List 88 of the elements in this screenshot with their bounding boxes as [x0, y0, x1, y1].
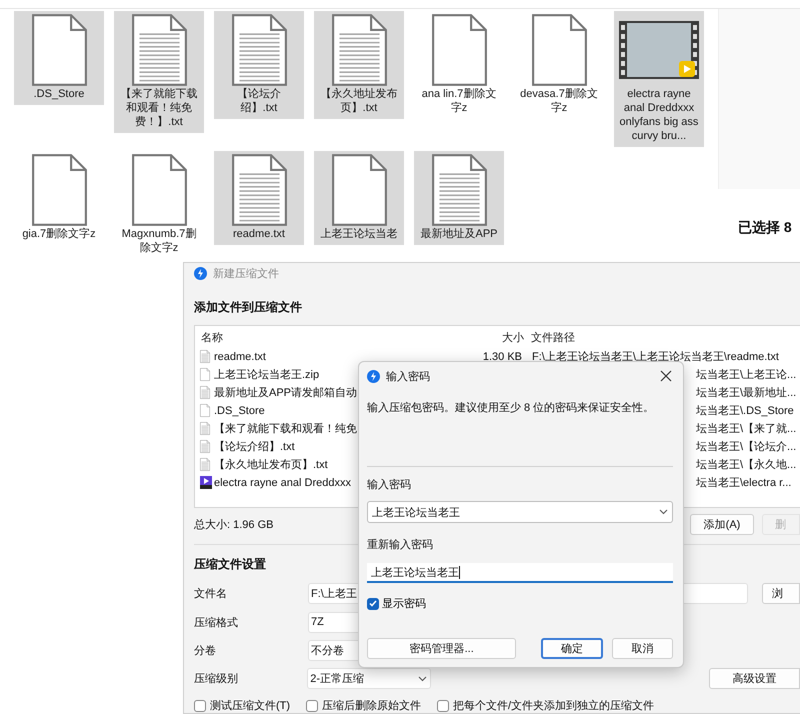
file-path: 坛当老王\最新地址...: [696, 386, 798, 400]
file-name: gia.7删除文字z: [21, 227, 97, 241]
text-file-icon: [230, 13, 288, 87]
file-path: 坛当老王\electra r...: [696, 476, 792, 490]
add-button[interactable]: 添加(A): [690, 514, 754, 536]
file-icon: [30, 13, 88, 87]
file-path: 坛当老王\【永久地...: [696, 458, 798, 472]
dialog-button[interactable]: 取消: [612, 638, 673, 659]
option-checkbox[interactable]: 把每个文件/文件夹添加到独立的压缩文件: [437, 698, 654, 714]
file-tile[interactable]: 【论坛介绍】.txt: [214, 11, 304, 119]
file-tile[interactable]: devasa.7删除文字z: [514, 11, 604, 119]
file-tile[interactable]: electra rayne anal Dreddxxx onlyfans big ass curvy bru...: [614, 11, 704, 147]
option-checkbox[interactable]: 测试压缩文件(T): [194, 698, 290, 714]
file-path: 坛当老王\【论坛介...: [696, 440, 798, 454]
text-file-icon: [200, 350, 210, 364]
file-name: 最新地址及APP: [419, 227, 498, 241]
file-icon: [430, 13, 488, 87]
section-title: 添加文件到压缩文件: [194, 300, 302, 314]
file-name: 【论坛介绍】.txt: [236, 87, 282, 115]
setting-label: 文件名: [194, 586, 228, 602]
description-text: 输入压缩包密码。建议使用至少 8 位的密码来保证安全性。: [367, 400, 656, 415]
file-icon: [200, 368, 210, 382]
file-tile[interactable]: 最新地址及APP: [414, 151, 504, 245]
setting-label: 分卷: [194, 644, 217, 658]
setting-label: 压缩级别: [194, 672, 239, 686]
file-tile[interactable]: 【永久地址发布页】.txt: [314, 11, 404, 119]
level-dropdown[interactable]: 2-正常压缩: [307, 668, 431, 690]
file-name: readme.txt: [232, 227, 286, 241]
file-name: devasa.7删除文字z: [519, 87, 599, 115]
file-name: 【来了就能下载和观看！纯免费！】.txt: [120, 87, 198, 129]
app-logo-icon: [367, 370, 380, 382]
file-path: 坛当老王\【来了就...: [696, 422, 798, 436]
file-icon: [30, 153, 88, 227]
file-name[interactable]: readme.txt: [214, 350, 458, 363]
text-file-icon: [230, 153, 288, 227]
file-tile[interactable]: .DS_Store: [14, 11, 104, 105]
file-name: .DS_Store: [32, 87, 86, 101]
file-tile[interactable]: ana lin.7删除文字z: [414, 11, 504, 119]
file-path: 坛当老王\.DS_Store: [696, 404, 795, 418]
file-path: F:\上老王论坛当老王\上老王论坛当老王\readme.txt: [532, 350, 780, 364]
chevron-down-icon: [418, 676, 427, 682]
field-label: 重新输入密码: [367, 538, 434, 552]
field-label: 输入密码: [367, 478, 412, 492]
file-icon: [330, 153, 388, 227]
file-icon: [530, 13, 588, 87]
window-title: 新建压缩文件: [213, 266, 279, 282]
file-name: 【永久地址发布页】.txt: [320, 87, 398, 115]
column-header[interactable]: 文件路径: [530, 330, 800, 346]
section-title: 压缩文件设置: [194, 557, 266, 572]
checkmark-icon: [369, 600, 377, 607]
app-logo-icon: [194, 267, 207, 280]
file-name: Magxnumb.7删除文字z: [120, 227, 198, 255]
chevron-down-icon: [659, 509, 668, 515]
option-checkbox[interactable]: 压缩后删除原始文件: [306, 698, 422, 714]
file-path: 坛当老王\上老王论...: [696, 368, 798, 382]
text-file-icon: [430, 153, 488, 227]
dialog-button[interactable]: 确定: [541, 638, 603, 659]
file-tile[interactable]: gia.7删除文字z: [14, 151, 104, 245]
text-file-icon: [200, 386, 210, 400]
column-header[interactable]: 名称: [200, 330, 460, 346]
text-file-icon: [130, 13, 188, 87]
browse-button[interactable]: 浏: [762, 583, 800, 604]
file-tile[interactable]: Magxnumb.7删除文字z: [114, 151, 204, 259]
dialog-title: 输入密码: [386, 370, 430, 384]
text-file-icon: [330, 13, 388, 87]
file-tile[interactable]: readme.txt: [214, 151, 304, 245]
text-file-icon: [200, 458, 210, 472]
text-file-icon: [200, 422, 210, 436]
dialog-button[interactable]: 密码管理器...: [367, 638, 516, 659]
selection-count: 已选择 8: [738, 219, 793, 237]
file-icon: [130, 153, 188, 227]
password-combo-box[interactable]: 上老王论坛当老王: [367, 501, 673, 523]
file-name: 上老王论坛当老: [320, 227, 398, 241]
file-tile[interactable]: 上老王论坛当老: [314, 151, 404, 245]
advanced-settings-button[interactable]: 高级设置: [708, 668, 800, 690]
file-tile[interactable]: 【来了就能下载和观看！纯免费！】.txt: [114, 11, 204, 133]
text-file-icon: [200, 440, 210, 454]
file-size: 1.30 KB: [482, 350, 523, 363]
close-icon[interactable]: [659, 369, 673, 383]
total-size: 总大小: 1.96 GB: [194, 518, 274, 532]
show-password-checkbox[interactable]: 显示密码: [367, 596, 673, 611]
confirm-password-field[interactable]: 上老王论坛当老王: [367, 563, 673, 583]
setting-label: 压缩格式: [194, 616, 239, 630]
file-name: electra rayne anal Dreddxxx onlyfans big ass curvy bru...: [619, 87, 699, 143]
file-icon: [200, 404, 210, 418]
video-file-icon: [200, 476, 212, 490]
file-name: ana lin.7删除文字z: [420, 87, 498, 115]
column-header[interactable]: 大小: [460, 330, 530, 346]
